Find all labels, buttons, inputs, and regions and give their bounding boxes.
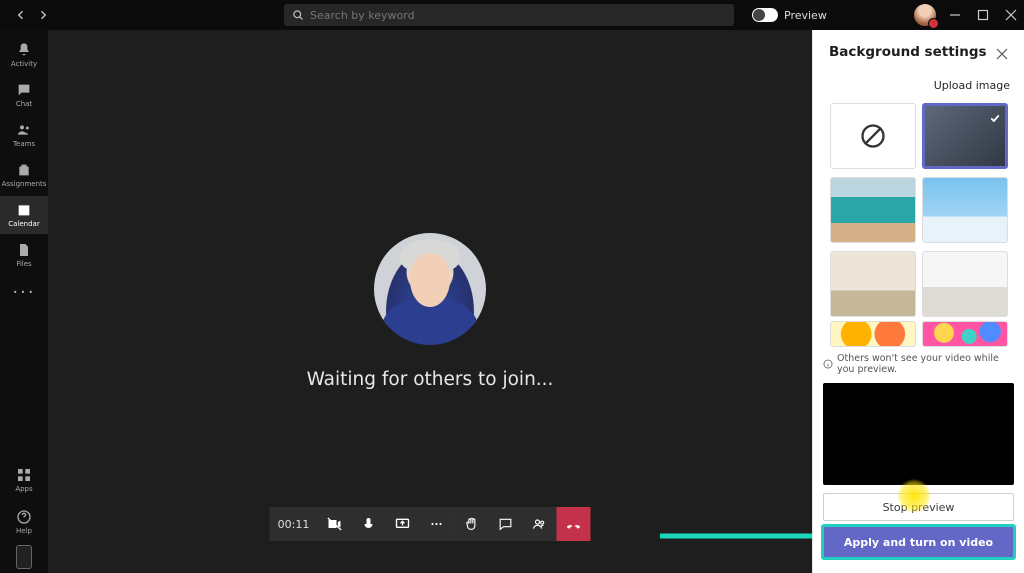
rail-item-label: Teams	[13, 140, 35, 148]
bg-tile-room2[interactable]	[922, 251, 1008, 317]
apply-video-button[interactable]: Apply and turn on video	[823, 527, 1014, 557]
rail-item-assignments[interactable]: Assignments	[0, 156, 48, 194]
upload-row: Upload image	[813, 74, 1024, 99]
bg-tile-room1[interactable]	[830, 251, 916, 317]
bg-tile-office[interactable]	[830, 177, 916, 243]
search-input[interactable]	[310, 9, 726, 22]
background-grid	[813, 99, 1024, 317]
bg-tile-balloon1[interactable]	[830, 321, 916, 347]
hangup-button[interactable]	[557, 507, 591, 541]
close-icon	[996, 48, 1008, 60]
file-icon	[16, 242, 32, 258]
rail-item-calendar[interactable]: Calendar	[0, 196, 48, 234]
stop-preview-button[interactable]: Stop preview	[823, 493, 1014, 521]
more-actions-button[interactable]	[420, 507, 454, 541]
background-settings-panel: Background settings Upload image	[812, 30, 1024, 573]
rail-item-apps[interactable]: Apps	[0, 461, 48, 499]
participant-avatar	[374, 233, 486, 345]
mic-toggle-button[interactable]	[352, 507, 386, 541]
panel-title: Background settings	[829, 44, 987, 60]
microphone-icon	[361, 516, 377, 532]
rail-item-teams[interactable]: Teams	[0, 116, 48, 154]
people-icon	[16, 122, 32, 138]
rail-device-icon[interactable]	[16, 545, 32, 569]
preview-toggle[interactable]: Preview	[752, 8, 827, 22]
history-nav	[6, 6, 52, 24]
panel-header: Background settings	[813, 30, 1024, 74]
meeting-controls: 00:11	[270, 507, 591, 541]
rail-item-label: Files	[16, 260, 31, 268]
rail-item-help[interactable]: Help	[0, 503, 48, 541]
maximize-button[interactable]	[974, 6, 992, 24]
camera-toggle-button[interactable]	[318, 507, 352, 541]
close-panel-button[interactable]	[996, 45, 1010, 59]
bg-tile-blur[interactable]	[922, 103, 1008, 169]
chat-bubble-icon	[498, 516, 514, 532]
rail-item-label: Chat	[16, 100, 32, 108]
search-icon	[292, 9, 304, 21]
meeting-stage: Waiting for others to join... 00:11	[48, 30, 812, 573]
rail-bottom: Apps Help	[0, 461, 48, 569]
video-preview	[823, 383, 1014, 485]
participants-button[interactable]	[523, 507, 557, 541]
rail-item-label: Assignments	[2, 180, 47, 188]
preview-notice-text: Others won't see your video while you pr…	[837, 353, 1014, 375]
more-icon	[429, 516, 445, 532]
upload-image-link[interactable]: Upload image	[934, 79, 1010, 92]
minimize-button[interactable]	[946, 6, 964, 24]
share-screen-button[interactable]	[386, 507, 420, 541]
rail-item-label: Help	[16, 527, 32, 535]
user-avatar[interactable]	[914, 4, 936, 26]
preview-notice: Others won't see your video while you pr…	[813, 347, 1024, 379]
raise-hand-button[interactable]	[455, 507, 489, 541]
help-icon	[16, 509, 32, 525]
participants-icon	[532, 516, 548, 532]
hangup-icon	[566, 516, 582, 532]
rail-overflow[interactable]: ···	[12, 276, 35, 309]
background-grid-partial	[813, 317, 1024, 347]
rail-item-files[interactable]: Files	[0, 236, 48, 274]
chat-icon	[16, 82, 32, 98]
search-box[interactable]	[284, 4, 734, 26]
forward-button[interactable]	[34, 6, 52, 24]
rail-item-label: Activity	[11, 60, 37, 68]
waiting-text: Waiting for others to join...	[307, 369, 554, 390]
rail-item-activity[interactable]: Activity	[0, 36, 48, 74]
titlebar-controls	[914, 4, 1020, 26]
share-icon	[395, 516, 411, 532]
toggle-switch[interactable]	[752, 8, 778, 22]
rail-item-chat[interactable]: Chat	[0, 76, 48, 114]
camera-off-icon	[327, 516, 343, 532]
back-button[interactable]	[12, 6, 30, 24]
call-timer: 00:11	[270, 507, 318, 541]
check-icon	[989, 109, 1001, 128]
bg-tile-balloon2[interactable]	[922, 321, 1008, 347]
hand-icon	[464, 516, 480, 532]
close-window-button[interactable]	[1002, 6, 1020, 24]
apps-icon	[16, 467, 32, 483]
app-rail: Activity Chat Teams Assignments Calendar…	[0, 30, 48, 573]
panel-actions: Stop preview Apply and turn on video	[823, 493, 1014, 557]
preview-toggle-label: Preview	[784, 9, 827, 22]
bell-icon	[16, 42, 32, 58]
titlebar: Preview	[0, 0, 1024, 30]
chat-panel-button[interactable]	[489, 507, 523, 541]
rail-item-label: Calendar	[8, 220, 39, 228]
info-icon	[823, 359, 833, 369]
bg-tile-none[interactable]	[830, 103, 916, 169]
bg-tile-sky[interactable]	[922, 177, 1008, 243]
app-body: Activity Chat Teams Assignments Calendar…	[0, 30, 1024, 573]
calendar-icon	[16, 202, 32, 218]
prohibited-icon	[859, 122, 887, 150]
rail-item-label: Apps	[15, 485, 32, 493]
backpack-icon	[16, 162, 32, 178]
